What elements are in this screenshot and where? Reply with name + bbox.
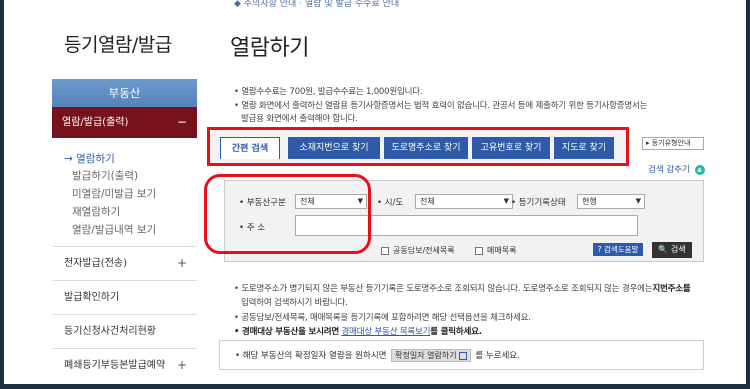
checkbox-label: 공동담보/전세목록: [393, 246, 455, 255]
top-partial-text: ◆ 주의사항 안내 · 열람 및 발급 수수료 안내: [234, 0, 400, 9]
sidebar-item-label: 발급확인하기: [64, 292, 120, 303]
sale-list-checkbox[interactable]: 매매목록: [475, 245, 516, 256]
note-bold: 지번주소를: [652, 284, 691, 294]
note-bold: 를 클릭하세요.: [430, 327, 482, 337]
sidebar-item-issue-check[interactable]: 발급확인하기: [52, 280, 197, 313]
note-legal-effect: • 열람 화면에서 출력하신 열람용 등기사항증명서는 법적 효력이 없습니다.…: [234, 101, 648, 111]
registry-type-guide-button[interactable]: ▸ 등기유형안내: [642, 137, 704, 150]
tab-map[interactable]: 지도로 찾기: [554, 137, 614, 159]
sidebar-item-label: 폐쇄등기부등본발급예약: [64, 360, 166, 371]
sidebar-subitem-view[interactable]: → 열람하기: [64, 151, 115, 166]
info-suffix: 를 누르세요.: [475, 351, 520, 361]
note-text: • 도로명주소가 병기되지 않은 부동산 등기기록은 도로명주소로 조회되지 않…: [234, 284, 653, 294]
note-bold: • 경매대상 부동산을 보시려면: [234, 327, 339, 337]
chevron-down-icon: ▼: [635, 197, 641, 205]
note-legal-effect-cont: 발급용 화면에서 출력해야 합니다.: [241, 114, 358, 124]
info-prefix: • 해당 부동산의 확정일자 열람을 원하시면: [235, 351, 387, 361]
note-road-address-cont: 입력하여 검색하시기 바랍니다.: [241, 298, 348, 308]
record-status-value: 현행: [582, 197, 597, 206]
sidebar-menu-head[interactable]: 부동산: [52, 79, 197, 107]
page: ◆ 주의사항 안내 · 열람 및 발급 수수료 안내 등기열람/발급 열람하기 …: [4, 0, 746, 384]
auction-list-link[interactable]: 경매대상 부동산 목록보기: [341, 327, 430, 337]
search-button[interactable]: 🔍 검색: [652, 242, 692, 258]
checkbox-label: 매매목록: [487, 246, 517, 255]
tab-unique-number[interactable]: 고유번호로 찾기: [472, 137, 550, 159]
tab-simple-search[interactable]: 간편 검색: [220, 137, 280, 159]
note-auction: • 경매대상 부동산을 보시려면 경매대상 부동산 목록보기를 클릭하세요.: [234, 325, 482, 337]
record-status-select[interactable]: 현행 ▼: [577, 194, 645, 209]
sido-select[interactable]: 전체 ▼: [415, 194, 513, 209]
fixed-date-info-text: • 해당 부동산의 확정일자 열람을 원하시면 확정일자 열람하기 를 누르세요…: [235, 349, 520, 362]
button-label: 확정일자 열람하기: [395, 351, 457, 360]
fixed-date-view-button[interactable]: 확정일자 열람하기: [391, 349, 471, 362]
sidebar-item-label: 등기신청사건처리현황: [64, 326, 156, 337]
sidebar-item-view-issue[interactable]: 열람/발급(출력) −: [52, 107, 197, 138]
sidebar-item-case-status[interactable]: 등기신청사건처리현황: [52, 314, 197, 347]
sidebar-subitem-unviewed[interactable]: 미열람/미발급 보기: [72, 186, 156, 201]
sido-label: • 시/도: [377, 198, 404, 208]
search-help-button[interactable]: ? 검색도움말: [593, 243, 643, 256]
joint-collateral-checkbox[interactable]: 공동담보/전세목록: [381, 245, 455, 256]
expand-icon[interactable]: +: [177, 247, 187, 280]
note-road-address: • 도로명주소가 병기되지 않은 부동산 등기기록은 도로명주소로 조회되지 않…: [234, 282, 691, 294]
search-tabs: 간편 검색 소재지번으로 찾기 도로명주소로 찾기 고유번호로 찾기 지도로 찾…: [207, 127, 629, 166]
chevron-down-icon: ▼: [503, 197, 509, 205]
checkbox-box[interactable]: [475, 246, 483, 255]
sidebar-title: 등기열람/발급: [64, 34, 172, 56]
expand-icon[interactable]: +: [177, 349, 187, 382]
collapse-icon[interactable]: −: [177, 107, 187, 138]
record-status-label: • 등기기록상태: [511, 198, 566, 208]
note-checkbox-option: • 공동담보/전세목록, 매매목록을 등기기록에 포함하려면 해당 선택옵션을 …: [234, 313, 531, 323]
fixed-date-info-box: • 해당 부동산의 확정일자 열람을 원하시면 확정일자 열람하기 를 누르세요…: [219, 340, 704, 370]
note-fee: • 열람수수료는 700원, 발급수수료는 1,000원입니다.: [234, 87, 423, 97]
sidebar-item-label: 전자발급(전송): [64, 258, 128, 269]
sidebar-subitem-issue[interactable]: 발급하기(출력): [72, 168, 138, 183]
sidebar-subitem-review[interactable]: 재열람하기: [72, 204, 120, 219]
external-link-icon: [458, 351, 467, 360]
hide-search-toggle[interactable]: 검색 감추기 ▲: [648, 163, 705, 175]
highlight-annotation: [204, 174, 371, 254]
sidebar-subitem-history[interactable]: 열람/발급내역 보기: [72, 222, 156, 237]
page-title: 열람하기: [230, 36, 309, 61]
sidebar-item-closed-reservation[interactable]: 폐쇄등기부등본발급예약 +: [52, 348, 197, 381]
checkbox-box[interactable]: [381, 246, 389, 255]
tab-lot-number[interactable]: 소재지번으로 찾기: [288, 137, 380, 159]
chevron-up-icon: ▲: [694, 164, 705, 175]
tab-road-address[interactable]: 도로명주소로 찾기: [384, 137, 468, 159]
sidebar-item-electronic-issue[interactable]: 전자발급(전송) +: [52, 246, 197, 279]
sidebar-item-label: 열람/발급(출력): [62, 117, 129, 128]
hide-search-label: 검색 감추기: [648, 165, 690, 175]
sido-value: 전체: [420, 197, 435, 206]
